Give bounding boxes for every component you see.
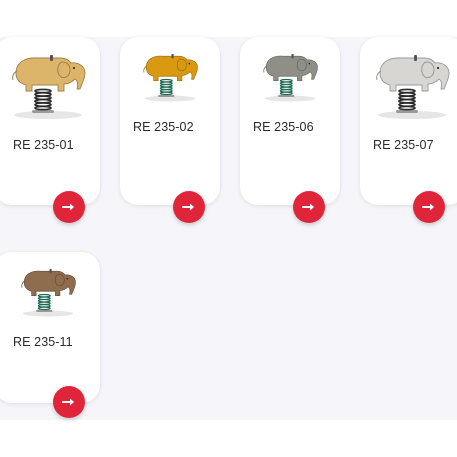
product-code: RE 235-07 (373, 138, 434, 152)
spring-icon (158, 78, 175, 98)
product-card[interactable]: RE 235-11 (0, 252, 100, 418)
elephant-icon (12, 55, 86, 92)
elephant-icon (376, 55, 450, 92)
spring-icon (278, 78, 295, 98)
spring-icon (32, 88, 54, 113)
arrow-right-icon (62, 398, 74, 406)
product-code: RE 235-11 (13, 335, 73, 349)
arrow-right-icon (422, 203, 434, 211)
arrow-right-icon (62, 203, 74, 211)
view-product-button[interactable] (293, 191, 325, 223)
view-product-button[interactable] (413, 191, 445, 223)
view-product-button[interactable] (173, 191, 205, 223)
product-code: RE 235-06 (253, 120, 314, 134)
spring-rider-image (12, 55, 86, 119)
product-code: RE 235-01 (13, 138, 74, 152)
product-card[interactable]: RE 235-01 (0, 37, 100, 223)
product-card[interactable]: RE 235-06 (240, 37, 340, 223)
elephant-icon (143, 53, 198, 82)
spring-icon (36, 293, 53, 313)
product-code: RE 235-02 (133, 120, 194, 134)
spring-rider-image (263, 53, 318, 102)
spring-icon (396, 88, 418, 113)
spring-rider-image (21, 268, 76, 317)
view-product-button[interactable] (53, 386, 85, 418)
spring-rider-image (143, 53, 198, 102)
elephant-icon (21, 268, 76, 297)
product-card[interactable]: RE 235-07 (360, 37, 457, 223)
arrow-right-icon (302, 203, 314, 211)
spring-rider-image (376, 55, 450, 119)
elephant-icon (263, 53, 318, 82)
arrow-right-icon (182, 203, 194, 211)
product-card[interactable]: RE 235-02 (120, 37, 220, 223)
view-product-button[interactable] (53, 191, 85, 223)
